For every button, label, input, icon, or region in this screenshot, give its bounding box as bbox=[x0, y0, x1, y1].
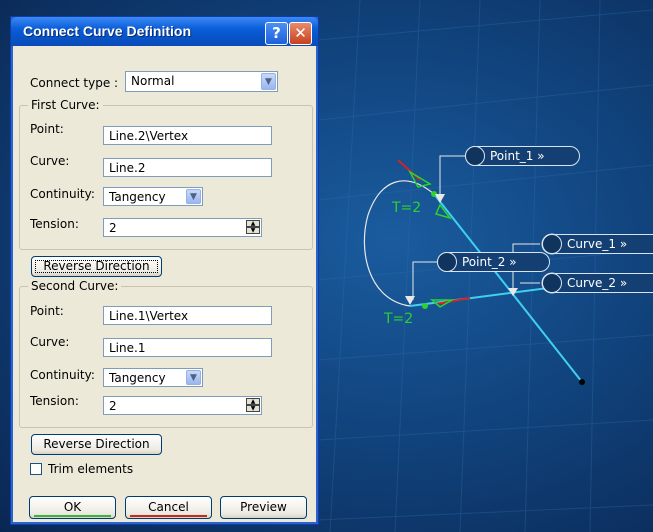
first-point-label: Point: bbox=[30, 122, 64, 136]
close-icon: ✕ bbox=[294, 24, 307, 42]
reverse-direction-button-1[interactable]: Reverse Direction bbox=[31, 256, 162, 277]
tangent-arrow-red-1 bbox=[397, 159, 421, 181]
reverse-direction-label-2: Reverse Direction bbox=[43, 437, 150, 451]
line-end-marker bbox=[579, 379, 585, 385]
cancel-accent-line bbox=[130, 515, 207, 517]
first-curve-label: Curve: bbox=[30, 154, 70, 168]
second-curve-value: Line.1 bbox=[109, 341, 146, 355]
point-2-tag-icon bbox=[437, 252, 457, 272]
first-point-field[interactable]: Line.2\Vertex bbox=[103, 126, 272, 145]
first-tension-label: Tension: bbox=[30, 217, 79, 231]
trim-elements-checkbox[interactable] bbox=[30, 463, 42, 475]
preview-label: Preview bbox=[240, 500, 287, 514]
close-button[interactable]: ✕ bbox=[289, 22, 312, 45]
point-2-leader bbox=[412, 261, 437, 300]
reverse-direction-label-1: Reverse Direction bbox=[43, 259, 150, 273]
second-point-value: Line.1\Vertex bbox=[109, 309, 189, 323]
ok-accent-line bbox=[34, 515, 111, 517]
ok-button[interactable]: OK bbox=[29, 496, 116, 519]
trim-elements-label: Trim elements bbox=[48, 462, 134, 476]
dialog-body: Connect type : Normal ▼ First Curve: Poi… bbox=[15, 50, 314, 520]
second-curve-label: Curve: bbox=[30, 335, 70, 349]
dialog-title-bar[interactable]: Connect Curve Definition ? ✕ bbox=[11, 17, 318, 46]
second-continuity-value: Tangency bbox=[109, 371, 166, 385]
preview-button[interactable]: Preview bbox=[220, 496, 307, 519]
ok-label: OK bbox=[63, 500, 82, 514]
chevron-down-icon[interactable]: ▼ bbox=[186, 370, 201, 385]
point-1-tag-icon bbox=[465, 146, 485, 166]
second-curve-group-label: Second Curve: bbox=[28, 279, 122, 293]
help-button[interactable]: ? bbox=[265, 22, 288, 45]
point-1-leader bbox=[439, 155, 465, 194]
cancel-button[interactable]: Cancel bbox=[125, 496, 212, 519]
help-icon: ? bbox=[272, 24, 281, 42]
point-1-tag[interactable]: Point_1 » bbox=[465, 146, 580, 166]
second-tension-spinner[interactable]: 2 ▲ ▼ bbox=[103, 396, 262, 415]
curve-2-tag-icon bbox=[542, 273, 562, 293]
first-curve-group-label: First Curve: bbox=[28, 98, 103, 112]
curve-1-tag-icon bbox=[542, 234, 562, 254]
dialog-title: Connect Curve Definition bbox=[23, 23, 192, 39]
first-tension-value: 2 bbox=[109, 221, 117, 235]
second-continuity-label: Continuity: bbox=[30, 368, 95, 382]
chevron-down-icon[interactable]: ▼ bbox=[186, 189, 201, 204]
connect-type-value: Normal bbox=[131, 74, 175, 88]
curve-1-tag[interactable]: Curve_1 » bbox=[542, 234, 653, 254]
second-tension-label: Tension: bbox=[30, 394, 79, 408]
tension-label-2: T=2 bbox=[384, 311, 414, 327]
cancel-label: Cancel bbox=[148, 500, 189, 514]
first-curve-field[interactable]: Line.2 bbox=[103, 158, 272, 177]
curve-2-tag[interactable]: Curve_2 » bbox=[542, 273, 653, 293]
second-point-label: Point: bbox=[30, 304, 64, 318]
spin-arrows-icon[interactable]: ▲ ▼ bbox=[246, 220, 260, 235]
first-continuity-select[interactable]: Tangency ▼ bbox=[103, 187, 203, 206]
point-2-marker bbox=[422, 303, 428, 309]
point-2-tag[interactable]: Point_2 » bbox=[437, 252, 550, 272]
connect-type-select[interactable]: Normal ▼ bbox=[125, 71, 278, 92]
tension-label-1: T=2 bbox=[392, 200, 422, 216]
second-curve-field[interactable]: Line.1 bbox=[103, 338, 272, 357]
second-point-field[interactable]: Line.1\Vertex bbox=[103, 306, 272, 325]
first-tension-spinner[interactable]: 2 ▲ ▼ bbox=[103, 218, 262, 237]
point-2-arrowhead bbox=[405, 296, 415, 305]
point-1-tag-label: Point_1 » bbox=[490, 149, 545, 163]
point-2-tag-label: Point_2 » bbox=[462, 255, 517, 269]
first-point-value: Line.2\Vertex bbox=[109, 129, 189, 143]
connect-type-label: Connect type : bbox=[30, 76, 119, 90]
second-continuity-select[interactable]: Tangency ▼ bbox=[103, 368, 203, 387]
first-continuity-value: Tangency bbox=[109, 190, 166, 204]
first-curve-value: Line.2 bbox=[109, 161, 146, 175]
connect-curve-dialog: Connect Curve Definition ? ✕ Connect typ… bbox=[10, 16, 319, 525]
curve-1-tag-label: Curve_1 » bbox=[567, 237, 628, 251]
second-tension-value: 2 bbox=[109, 399, 117, 413]
first-continuity-label: Continuity: bbox=[30, 187, 95, 201]
curve-2-tag-label: Curve_2 » bbox=[567, 276, 628, 290]
spin-arrows-icon[interactable]: ▲ ▼ bbox=[246, 398, 260, 413]
chevron-down-icon[interactable]: ▼ bbox=[261, 73, 276, 90]
reverse-direction-button-2[interactable]: Reverse Direction bbox=[31, 434, 162, 455]
